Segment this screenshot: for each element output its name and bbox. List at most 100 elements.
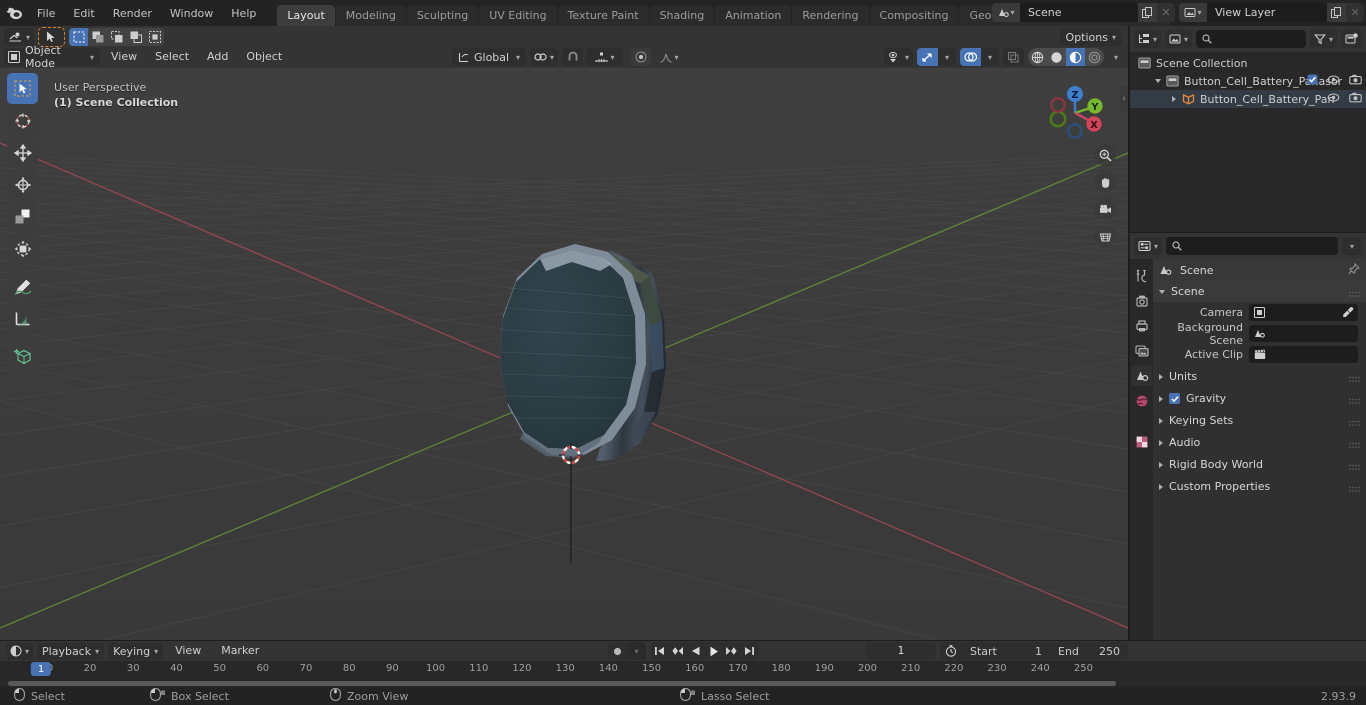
current-frame-field[interactable]: 1	[866, 642, 936, 660]
falloff-selector[interactable]: ▾	[654, 48, 684, 66]
viewport-sidebar-toggle[interactable]: ‹	[1120, 86, 1128, 112]
blender-logo-icon[interactable]	[0, 0, 28, 26]
jump-to-start-button[interactable]	[651, 642, 669, 660]
view-layer-icon[interactable]: ▾	[1179, 3, 1207, 22]
shading-rendered-icon[interactable]	[1085, 48, 1104, 66]
property-field-active-clip[interactable]	[1249, 346, 1358, 363]
outliner-render-camera-icon[interactable]	[1349, 74, 1362, 88]
cursor-tool[interactable]	[7, 105, 38, 136]
preview-range-icon[interactable]	[940, 642, 962, 660]
property-field-camera[interactable]	[1249, 304, 1358, 321]
panel-header-custom-properties[interactable]: Custom Properties	[1153, 476, 1366, 497]
auto-keying-dropdown[interactable]: ▾	[627, 642, 646, 660]
viewport-canvas[interactable]	[0, 68, 1128, 640]
outliner-row[interactable]: Scene Collection	[1130, 54, 1366, 72]
panel-header-scene[interactable]: Scene	[1153, 281, 1366, 302]
snap-magnet-icon[interactable]	[562, 48, 584, 66]
gizmo-icon[interactable]	[917, 48, 938, 66]
workspace-tab-shading[interactable]: Shading	[649, 5, 715, 26]
shading-material-preview-icon[interactable]	[1066, 48, 1085, 66]
outliner-render-camera-icon[interactable]	[1349, 92, 1362, 106]
workspace-tab-modeling[interactable]: Modeling	[335, 5, 406, 26]
jump-prev-keyframe-button[interactable]	[669, 642, 687, 660]
properties-tab-render[interactable]	[1131, 290, 1152, 311]
pin-icon[interactable]	[1348, 262, 1361, 278]
shading-dropdown[interactable]: ▾	[1108, 48, 1124, 66]
timeline-playhead[interactable]: 1	[30, 662, 52, 676]
snap-target-selector[interactable]: ▾	[586, 48, 624, 66]
annotate-tool[interactable]	[7, 271, 38, 302]
workspace-tab-compositing[interactable]: Compositing	[869, 5, 959, 26]
jump-to-end-button[interactable]	[741, 642, 759, 660]
outliner-row[interactable]: Button_Cell_Battery_Panasor	[1130, 72, 1366, 90]
3d-viewport[interactable]: User Perspective (1) Scene Collection Z …	[0, 68, 1128, 640]
scene-unlink-button[interactable]: ✕	[1157, 3, 1175, 22]
rotate-tool[interactable]	[7, 169, 38, 200]
properties-tab-texture[interactable]	[1131, 431, 1152, 452]
viewlayer-name[interactable]: View Layer	[1207, 3, 1327, 22]
panel-header-rigid-body-world[interactable]: Rigid Body World	[1153, 454, 1366, 475]
workspace-tab-rendering[interactable]: Rendering	[792, 5, 869, 26]
properties-tab-world[interactable]	[1131, 390, 1152, 411]
properties-search-input[interactable]	[1166, 237, 1338, 255]
scene-icon[interactable]: ▾	[992, 3, 1020, 22]
viewport-options-button[interactable]: Options ▾	[1059, 28, 1122, 46]
navigation-gizmo[interactable]: Z Y X	[1036, 74, 1114, 152]
topbar-menu-render[interactable]: Render	[104, 4, 161, 23]
zoom-icon[interactable]	[1094, 144, 1116, 166]
topbar-menu-window[interactable]: Window	[161, 4, 222, 23]
xray-icon[interactable]	[1003, 48, 1024, 66]
outliner-display-mode[interactable]: ▾	[1165, 30, 1193, 48]
add-cube-tool[interactable]	[7, 341, 38, 372]
select-difference-icon[interactable]	[126, 28, 146, 46]
select-intersect-icon[interactable]	[145, 28, 165, 46]
topbar-menu-edit[interactable]: Edit	[64, 4, 103, 23]
options-dropdown[interactable]: Options ▾	[1059, 28, 1122, 46]
workspace-tab-layout[interactable]: Layout	[277, 5, 335, 26]
transform-orientation-selector[interactable]: Global ▾	[452, 48, 526, 66]
panel-header-units[interactable]: Units	[1153, 366, 1366, 387]
jump-next-keyframe-button[interactable]	[723, 642, 741, 660]
properties-tab-view-layer[interactable]	[1131, 340, 1152, 361]
timeline-ruler[interactable]: 1020304050607080901001101201301401501601…	[0, 661, 1366, 678]
filter-icon[interactable]: ▾	[1309, 30, 1337, 48]
shading-wireframe-icon[interactable]	[1028, 48, 1047, 66]
outliner-row[interactable]: Button_Cell_Battery_Pan	[1130, 90, 1366, 108]
pivot-point-selector[interactable]: ▾	[530, 48, 559, 66]
object-visibility-dropdown[interactable]: ▾	[883, 48, 913, 66]
outliner-exclude-checkbox[interactable]	[1307, 74, 1318, 88]
workspace-tab-uv-editing[interactable]: UV Editing	[479, 5, 557, 26]
viewport-menu-view[interactable]: View	[103, 48, 145, 66]
properties-tab-scene[interactable]	[1131, 365, 1152, 386]
eyedropper-icon[interactable]	[1342, 306, 1354, 321]
scene-name[interactable]: Scene	[1020, 3, 1138, 22]
new-collection-icon[interactable]	[1341, 30, 1362, 48]
scene-copy-button[interactable]	[1138, 3, 1157, 22]
topbar-menu-help[interactable]: Help	[222, 4, 265, 23]
select-subtract-icon[interactable]	[107, 28, 127, 46]
scale-tool[interactable]	[7, 201, 38, 232]
viewport-menu-object[interactable]: Object	[238, 48, 290, 66]
outliner-editor-type[interactable]: ▾	[1134, 30, 1162, 48]
gizmo-dropdown[interactable]: ▾	[938, 48, 956, 66]
end-frame-field[interactable]: End 250	[1050, 642, 1128, 660]
mode-selector[interactable]: Object Mode ▾	[4, 44, 100, 70]
workspace-tab-texture-paint[interactable]: Texture Paint	[557, 5, 649, 26]
auto-keying-record-icon[interactable]	[608, 642, 628, 660]
viewport-menu-select[interactable]: Select	[147, 48, 197, 66]
viewlayer-copy-button[interactable]	[1327, 3, 1346, 22]
scene-datablock[interactable]: ▾ Scene ✕	[992, 3, 1175, 22]
viewlayer-datablock[interactable]: ▾ View Layer ✕	[1179, 3, 1364, 22]
move-tool[interactable]	[7, 137, 38, 168]
outliner-expand-triangle[interactable]	[1168, 96, 1180, 102]
viewport-menu-add[interactable]: Add	[199, 48, 236, 66]
panel-header-keying-sets[interactable]: Keying Sets	[1153, 410, 1366, 431]
topbar-menu-file[interactable]: File	[28, 4, 64, 23]
overlays-icon[interactable]	[960, 48, 981, 66]
start-frame-field[interactable]: Start 1	[962, 642, 1050, 660]
workspace-tab-animation[interactable]: Animation	[715, 5, 792, 26]
gravity-checkbox[interactable]	[1169, 393, 1180, 404]
tweak-select-tool[interactable]	[7, 73, 38, 104]
outliner-search-input[interactable]	[1196, 30, 1306, 48]
timeline-track-area[interactable]	[0, 678, 1366, 687]
